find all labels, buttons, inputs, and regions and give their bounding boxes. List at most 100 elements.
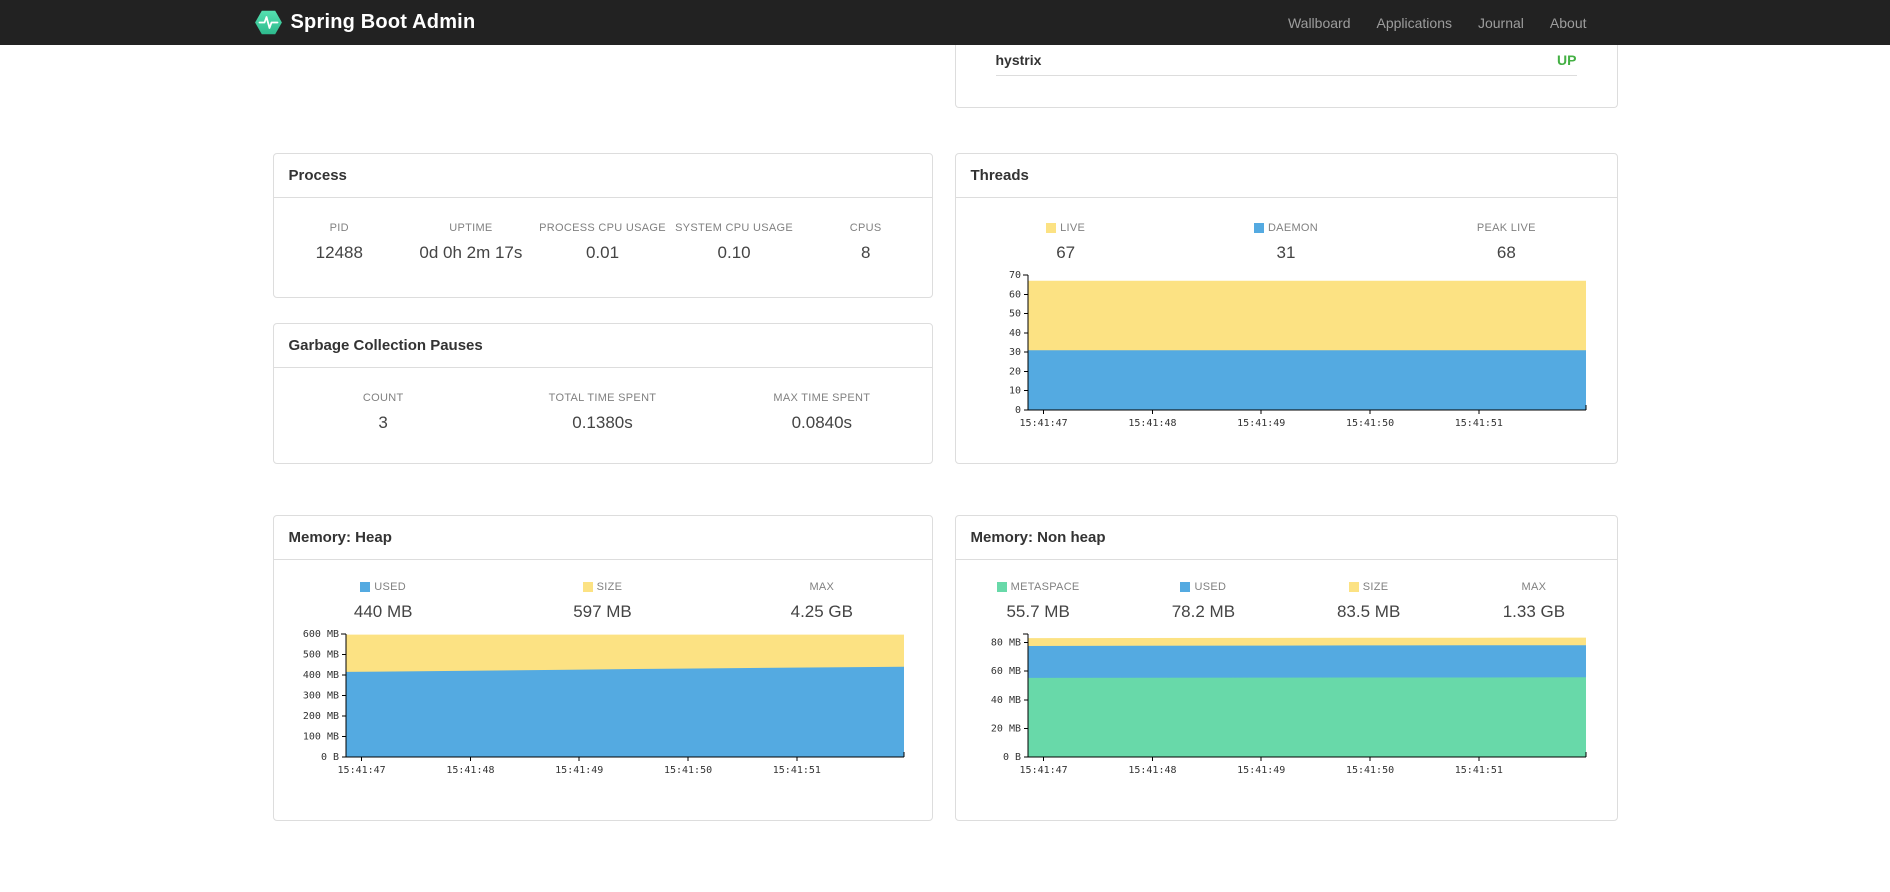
nonheap-chart: 80 MB 60 MB 40 MB 20 MB 0 B 15:41:47 15:41:48 1…	[956, 630, 1617, 781]
stat-label: PROCESS CPU USAGE	[539, 222, 666, 234]
svg-text:0: 0	[1014, 405, 1020, 416]
stat-value: 83.5 MB	[1336, 602, 1401, 621]
svg-text:30: 30	[1008, 347, 1020, 358]
stat-label: DAEMON	[1176, 222, 1396, 234]
legend-swatch-icon	[1180, 582, 1191, 592]
stat: MAX TIME SPENT 0.0840s	[712, 392, 931, 433]
stat-label: SYSTEM CPU USAGE	[675, 222, 794, 234]
threads-chart: 70 60 50 40 30 20 10 0 15:41:47 15:41:48 15:41:49 1…	[956, 271, 1617, 434]
navbar: Spring Boot Admin Wallboard Applications…	[0, 0, 1890, 45]
stat-value: 12488	[315, 243, 363, 262]
stat: DAEMON 31	[1176, 222, 1396, 263]
process-stats: PID 12488 UPTIME 0d 0h 2m 17s PROCESS CPU US…	[274, 222, 932, 263]
stat: SIZE 597 MB	[493, 581, 712, 622]
stat: UPTIME 0d 0h 2m 17s	[405, 222, 537, 263]
svg-text:15:41:51: 15:41:51	[1454, 418, 1502, 429]
application-row[interactable]: hystrix UP	[995, 45, 1577, 76]
stat-value: 78.2 MB	[1171, 602, 1236, 621]
panel-title: Threads	[955, 154, 1617, 198]
stat: USED 78.2 MB	[1121, 581, 1286, 622]
stat: PID 12488	[274, 222, 406, 263]
stat-label: TOTAL TIME SPENT	[548, 392, 657, 404]
legend-swatch-icon	[1348, 582, 1359, 592]
stat-label: MAX	[809, 581, 835, 593]
svg-text:15:41:49: 15:41:49	[555, 765, 603, 776]
stat-value: 3	[378, 413, 388, 432]
page-content: Process PID 12488 UPTIME 0d 0h 2m 17s PROCES…	[272, 45, 1618, 821]
stat: PEAK LIVE 68	[1396, 222, 1616, 263]
stat: METASPACE 55.7 MB	[956, 581, 1121, 622]
svg-text:20: 20	[1008, 366, 1020, 377]
svg-text:15:41:50: 15:41:50	[663, 765, 711, 776]
legend-swatch-icon	[360, 582, 371, 592]
stat: MAX 4.25 GB	[712, 581, 931, 622]
status-badge: UP	[1557, 52, 1577, 68]
stat-value: 0.01	[585, 243, 620, 262]
svg-text:40 MB: 40 MB	[990, 695, 1020, 706]
svg-text:100 MB: 100 MB	[302, 732, 338, 743]
nav-item-wallboard[interactable]: Wallboard	[1275, 0, 1364, 45]
svg-text:15:41:47: 15:41:47	[1019, 765, 1067, 776]
svg-text:10: 10	[1008, 386, 1020, 397]
stat-label: CPUS	[849, 222, 882, 234]
memory-nonheap-panel: Memory: Non heap METASPACE 55.7 MB USED 78.…	[954, 515, 1618, 821]
stat-label: METASPACE	[956, 581, 1121, 593]
spring-boot-admin-logo-icon	[254, 10, 282, 35]
svg-text:50: 50	[1008, 309, 1020, 320]
left-column: Process PID 12488 UPTIME 0d 0h 2m 17s PROCES…	[272, 45, 933, 821]
stat: TOTAL TIME SPENT 0.1380s	[493, 392, 712, 433]
svg-text:0 B: 0 B	[320, 752, 338, 763]
panel-title: Process	[273, 154, 932, 198]
stat: PROCESS CPU USAGE 0.01	[537, 222, 669, 263]
stat-label: MAX	[1521, 581, 1547, 593]
nav-item-journal[interactable]: Journal	[1465, 0, 1537, 45]
gc-panel: Garbage Collection Pauses COUNT 3 TOTAL TI…	[272, 323, 933, 464]
panel-title: Memory: Non heap	[955, 516, 1617, 560]
svg-text:15:41:47: 15:41:47	[337, 765, 385, 776]
right-column: hystrix UP Threads LIVE 67 DAEMON 31 PEAK LI…	[954, 45, 1618, 821]
stat-value: 8	[860, 243, 871, 262]
brand[interactable]: Spring Boot Admin	[254, 9, 476, 36]
left-spacer	[273, 45, 933, 153]
svg-text:70: 70	[1008, 271, 1020, 281]
svg-text:300 MB: 300 MB	[302, 691, 338, 702]
stat-value: 67	[1056, 243, 1076, 262]
stat-value: 440 MB	[353, 602, 413, 621]
navbar-links: Wallboard Applications Journal About	[1275, 0, 1600, 45]
stat-label: SIZE	[493, 581, 712, 593]
svg-text:200 MB: 200 MB	[302, 711, 338, 722]
stat: LIVE 67	[956, 222, 1176, 263]
stat-label: COUNT	[362, 392, 404, 404]
svg-text:15:41:50: 15:41:50	[1345, 765, 1393, 776]
svg-text:15:41:47: 15:41:47	[1019, 418, 1067, 429]
stat-value: 68	[1496, 243, 1516, 262]
nav-item-about[interactable]: About	[1537, 0, 1600, 45]
svg-text:15:41:49: 15:41:49	[1237, 765, 1285, 776]
stat-value: 55.7 MB	[1006, 602, 1070, 621]
svg-text:80 MB: 80 MB	[990, 638, 1020, 649]
stat-label: USED	[1121, 581, 1286, 593]
application-name[interactable]: hystrix	[996, 52, 1042, 68]
svg-text:20 MB: 20 MB	[990, 723, 1020, 734]
legend-swatch-icon	[582, 582, 593, 592]
heap-chart: 600 MB 500 MB 400 MB 300 MB 200 MB 100 MB 0 B 1…	[274, 630, 932, 781]
heap-legend-stats: USED 440 MB SIZE 597 MB MAX 4.25 GB	[274, 581, 932, 622]
svg-text:15:41:49: 15:41:49	[1237, 418, 1285, 429]
stat-value: 31	[1276, 243, 1296, 262]
nonheap-legend-stats: METASPACE 55.7 MB USED 78.2 MB SIZE 83.5 MB MA…	[956, 581, 1617, 622]
svg-text:15:41:51: 15:41:51	[1454, 765, 1502, 776]
stat-label: UPTIME	[449, 222, 493, 234]
legend-swatch-icon	[996, 582, 1007, 592]
legend-swatch-icon	[1046, 223, 1057, 233]
svg-text:40: 40	[1008, 328, 1020, 339]
svg-text:15:41:48: 15:41:48	[1128, 418, 1176, 429]
svg-text:0 B: 0 B	[1002, 752, 1020, 763]
stat-value: 0d 0h 2m 17s	[419, 243, 523, 262]
gc-stats: COUNT 3 TOTAL TIME SPENT 0.1380s MAX TIME SP…	[274, 392, 932, 433]
stat-value: 0.10	[717, 243, 751, 262]
svg-text:60 MB: 60 MB	[990, 666, 1020, 677]
stat-value: 0.1380s	[572, 413, 633, 432]
memory-heap-panel: Memory: Heap USED 440 MB SIZE 597 MB MAX 4.25…	[272, 515, 933, 821]
svg-text:600 MB: 600 MB	[302, 630, 338, 640]
nav-item-applications[interactable]: Applications	[1363, 0, 1465, 45]
